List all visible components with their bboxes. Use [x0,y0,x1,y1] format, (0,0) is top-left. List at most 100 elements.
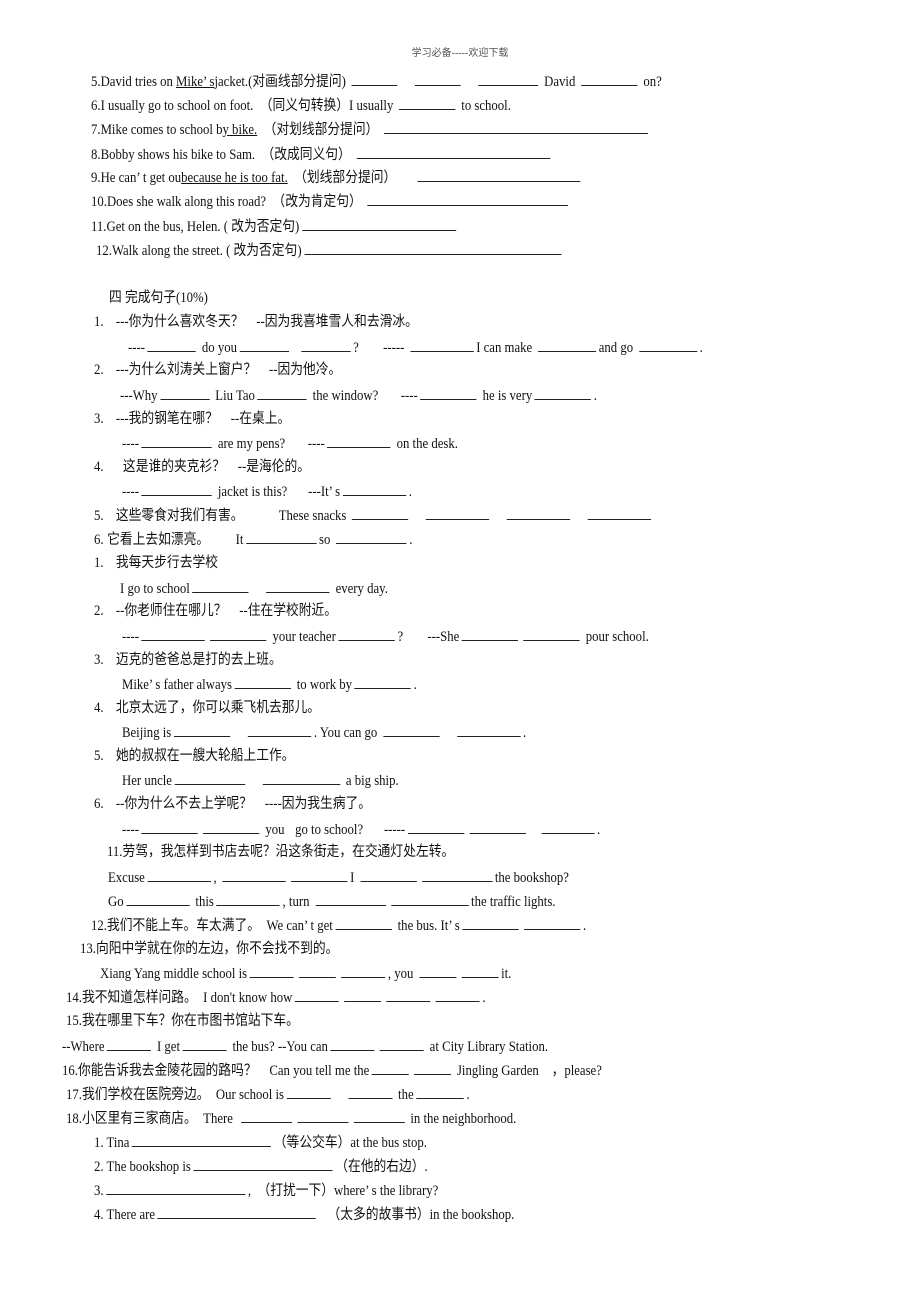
answer-blank[interactable] [524,916,581,930]
text: , [213,870,217,886]
answer-blank[interactable] [507,506,571,520]
answer-blank[interactable] [141,482,213,496]
text: the traffic lights. [471,894,556,910]
question-instruction: （对划线部分提问） [257,122,379,138]
answer-blank[interactable] [417,168,581,182]
answer-blank[interactable] [216,892,280,906]
answer-blank[interactable] [367,192,569,206]
answer-blank[interactable] [246,530,317,544]
answer-blank[interactable] [457,723,521,737]
answer-blank[interactable] [461,627,519,641]
answer-blank[interactable] [132,1133,272,1147]
answer-blank[interactable] [294,988,339,1002]
answer-blank[interactable] [336,530,407,544]
answer-blank[interactable] [141,820,198,834]
answer-blank[interactable] [462,916,519,930]
answer-blank[interactable] [390,892,469,906]
answer-blank[interactable] [461,964,499,978]
answer-blank[interactable] [234,675,291,689]
question-7: 7.Mike comes to school by bike. （对划线部分提问… [91,120,651,139]
answer-blank[interactable] [435,988,480,1002]
answer-blank[interactable] [335,916,392,930]
text: --Where [62,1039,105,1055]
text: it. [501,966,512,982]
answer-blank[interactable] [262,771,341,785]
answer-blank[interactable] [327,434,391,448]
answer-blank[interactable] [353,1109,405,1123]
answer-blank[interactable] [384,120,649,134]
answer-blank[interactable] [299,964,336,978]
answer-blank[interactable] [266,579,330,593]
answer-blank[interactable] [407,820,465,834]
answer-blank[interactable] [410,338,474,352]
answer-blank[interactable] [426,506,490,520]
answer-blank[interactable] [160,386,210,400]
answer-blank[interactable] [354,675,412,689]
answer-blank[interactable] [344,988,382,1002]
answer-blank[interactable] [330,1037,375,1051]
answer-blank[interactable] [257,386,307,400]
answer-blank[interactable] [348,1085,393,1099]
answer-blank[interactable] [301,217,456,231]
answer-blank[interactable] [342,482,407,496]
answer-blank[interactable] [315,892,386,906]
answer-blank[interactable] [338,627,395,641]
answer-blank[interactable] [541,820,595,834]
answer-blank[interactable] [414,1061,452,1075]
answer-blank[interactable] [126,892,190,906]
answer-blank[interactable] [147,338,197,352]
answer-blank[interactable] [182,1037,227,1051]
answer-blank[interactable] [210,627,267,641]
answer-blank[interactable] [286,1085,331,1099]
answer-blank[interactable] [304,241,562,255]
answer-blank[interactable] [291,868,348,882]
item-number: 6. [94,532,104,548]
answer-blank[interactable] [193,1157,333,1171]
answer-blank[interactable] [341,964,386,978]
answer-blank[interactable] [534,386,592,400]
answer-blank[interactable] [537,338,597,352]
answer-blank[interactable] [173,723,231,737]
answer-blank[interactable] [478,72,539,86]
answer-blank[interactable] [147,868,211,882]
answer-blank[interactable] [356,145,551,159]
text: 14.我不知道怎样问路。 I don't know how [66,990,293,1006]
answer-blank[interactable] [141,434,213,448]
answer-blank[interactable] [581,72,638,86]
answer-blank[interactable] [247,723,312,737]
answer-blank[interactable] [192,579,249,593]
answer-blank[interactable] [240,1109,292,1123]
text: 2. The bookshop is [94,1159,191,1175]
answer-blank[interactable] [360,868,417,882]
answer-blank[interactable] [469,820,526,834]
item-17: 17.我们学校在医院旁边。 Our school is the. [66,1085,470,1104]
answer-blank[interactable] [106,1181,246,1195]
answer-blank[interactable] [420,386,477,400]
answer-blank[interactable] [174,771,245,785]
text: at City Library Station. [429,1039,549,1055]
answer-blank[interactable] [297,1109,349,1123]
answer-blank[interactable] [239,338,289,352]
answer-blank[interactable] [415,72,461,86]
answer-blank[interactable] [222,868,286,882]
answer-blank[interactable] [107,1037,152,1051]
answer-blank[interactable] [523,627,580,641]
answer-blank[interactable] [419,964,457,978]
answer-blank[interactable] [249,964,294,978]
answer-blank[interactable] [301,338,351,352]
answer-blank[interactable] [416,1085,464,1099]
answer-blank[interactable] [141,627,206,641]
answer-blank[interactable] [383,723,440,737]
answer-blank[interactable] [379,1037,424,1051]
answer-blank[interactable] [638,338,698,352]
answer-blank[interactable] [371,1061,409,1075]
answer-blank[interactable] [399,96,456,110]
answer-blank[interactable] [588,506,652,520]
answer-blank[interactable] [386,988,431,1002]
answer-blank[interactable] [421,868,493,882]
answer-blank[interactable] [157,1205,317,1219]
text: ---- [122,484,140,500]
answer-blank[interactable] [203,820,260,834]
answer-blank[interactable] [352,506,409,520]
answer-blank[interactable] [351,72,398,86]
